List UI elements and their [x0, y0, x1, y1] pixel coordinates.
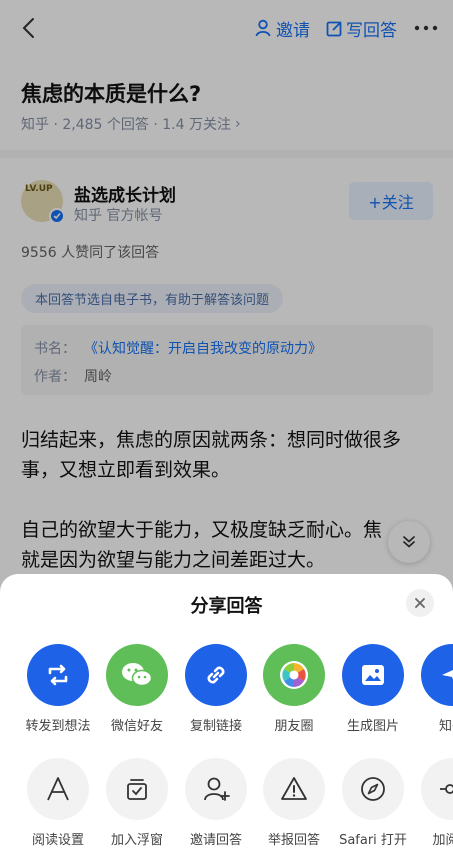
compass-icon — [342, 758, 404, 820]
share-copy-link-button[interactable]: 复制链接 — [177, 644, 255, 734]
send-icon — [421, 644, 453, 706]
share-zhihu-button[interactable]: 知乎 — [413, 644, 453, 734]
share-targets-row: 转发到想法 微信好友 复制链接 朋友圈 生成图片 知 — [0, 644, 453, 736]
share-generate-image-button[interactable]: 生成图片 — [334, 644, 412, 734]
invite-answer-button[interactable]: 邀请回答 — [177, 758, 255, 848]
action-item-label: 加入浮窗 — [110, 833, 163, 848]
report-answer-button[interactable]: 举报回答 — [255, 758, 333, 848]
moments-icon — [263, 644, 325, 706]
action-item-label: 阅读设置 — [31, 833, 84, 848]
key-icon — [421, 758, 453, 820]
float-window-icon — [106, 758, 168, 820]
add-reading-button[interactable]: 加阅读 — [413, 758, 453, 848]
action-item-label: 邀请回答 — [189, 833, 242, 848]
close-button[interactable] — [406, 589, 434, 617]
action-item-label: 加阅读 — [432, 833, 453, 848]
repost-icon — [27, 644, 89, 706]
share-sheet-title: 分享回答 — [190, 596, 263, 617]
share-item-label: 生成图片 — [346, 719, 399, 734]
action-item-label: 举报回答 — [267, 833, 320, 848]
share-item-label: 复制链接 — [189, 719, 242, 734]
share-item-label: 朋友圈 — [274, 719, 314, 734]
warning-icon — [263, 758, 325, 820]
share-sheet: 分享回答 转发到想法 微信好友 复制链接 朋友圈 生成图片 知 阅读设置 加入浮… — [0, 574, 453, 864]
open-in-safari-button[interactable]: Safari 打开 — [334, 758, 412, 848]
share-wechat-button[interactable]: 微信好友 — [98, 644, 176, 734]
share-item-label: 转发到想法 — [25, 719, 91, 734]
image-icon — [342, 644, 404, 706]
add-float-window-button[interactable]: 加入浮窗 — [98, 758, 176, 848]
reading-settings-button[interactable]: 阅读设置 — [19, 758, 97, 848]
wechat-icon — [106, 644, 168, 706]
close-icon — [415, 598, 425, 608]
action-item-label: Safari 打开 — [339, 833, 407, 848]
font-icon — [27, 758, 89, 820]
invite-user-icon — [185, 758, 247, 820]
link-icon — [185, 644, 247, 706]
share-item-label: 知乎 — [438, 719, 453, 734]
share-item-label: 微信好友 — [110, 719, 163, 734]
share-repost-button[interactable]: 转发到想法 — [19, 644, 97, 734]
share-actions-row: 阅读设置 加入浮窗 邀请回答 举报回答 Safari 打开 加阅 — [0, 758, 453, 850]
share-moments-button[interactable]: 朋友圈 — [255, 644, 333, 734]
